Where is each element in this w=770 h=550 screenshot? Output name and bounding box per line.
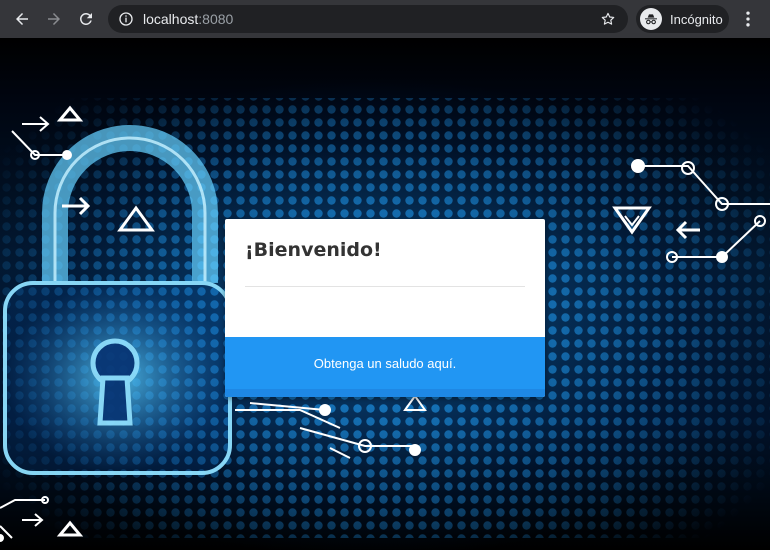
incognito-profile-button[interactable]: Incógnito [636,5,729,33]
card-divider [245,286,525,287]
card-footer-strip [225,389,545,397]
arrow-right-icon [48,13,60,25]
url-port: :8080 [198,11,234,27]
kebab-menu-icon[interactable] [738,9,758,29]
url-text[interactable]: localhost:8080 [143,11,233,27]
reload-button[interactable] [70,3,102,35]
url-host: localhost [143,11,199,27]
browser-toolbar: localhost:8080 Incógnito [0,0,770,38]
star-icon[interactable] [600,11,616,27]
arrow-left-icon [16,13,28,25]
address-bar[interactable]: localhost:8080 [108,5,628,33]
info-icon[interactable] [118,11,134,27]
page-title: ¡Bienvenido! [245,239,382,261]
back-button[interactable] [6,3,38,35]
incognito-icon [640,8,662,30]
forward-button[interactable] [38,3,70,35]
page-viewport: ¡Bienvenido! Obtenga un saludo aquí. [0,38,770,550]
reload-icon [79,12,92,25]
welcome-card: ¡Bienvenido! Obtenga un saludo aquí. [225,219,545,397]
get-greeting-button[interactable]: Obtenga un saludo aquí. [225,337,545,389]
incognito-label: Incógnito [670,11,723,27]
